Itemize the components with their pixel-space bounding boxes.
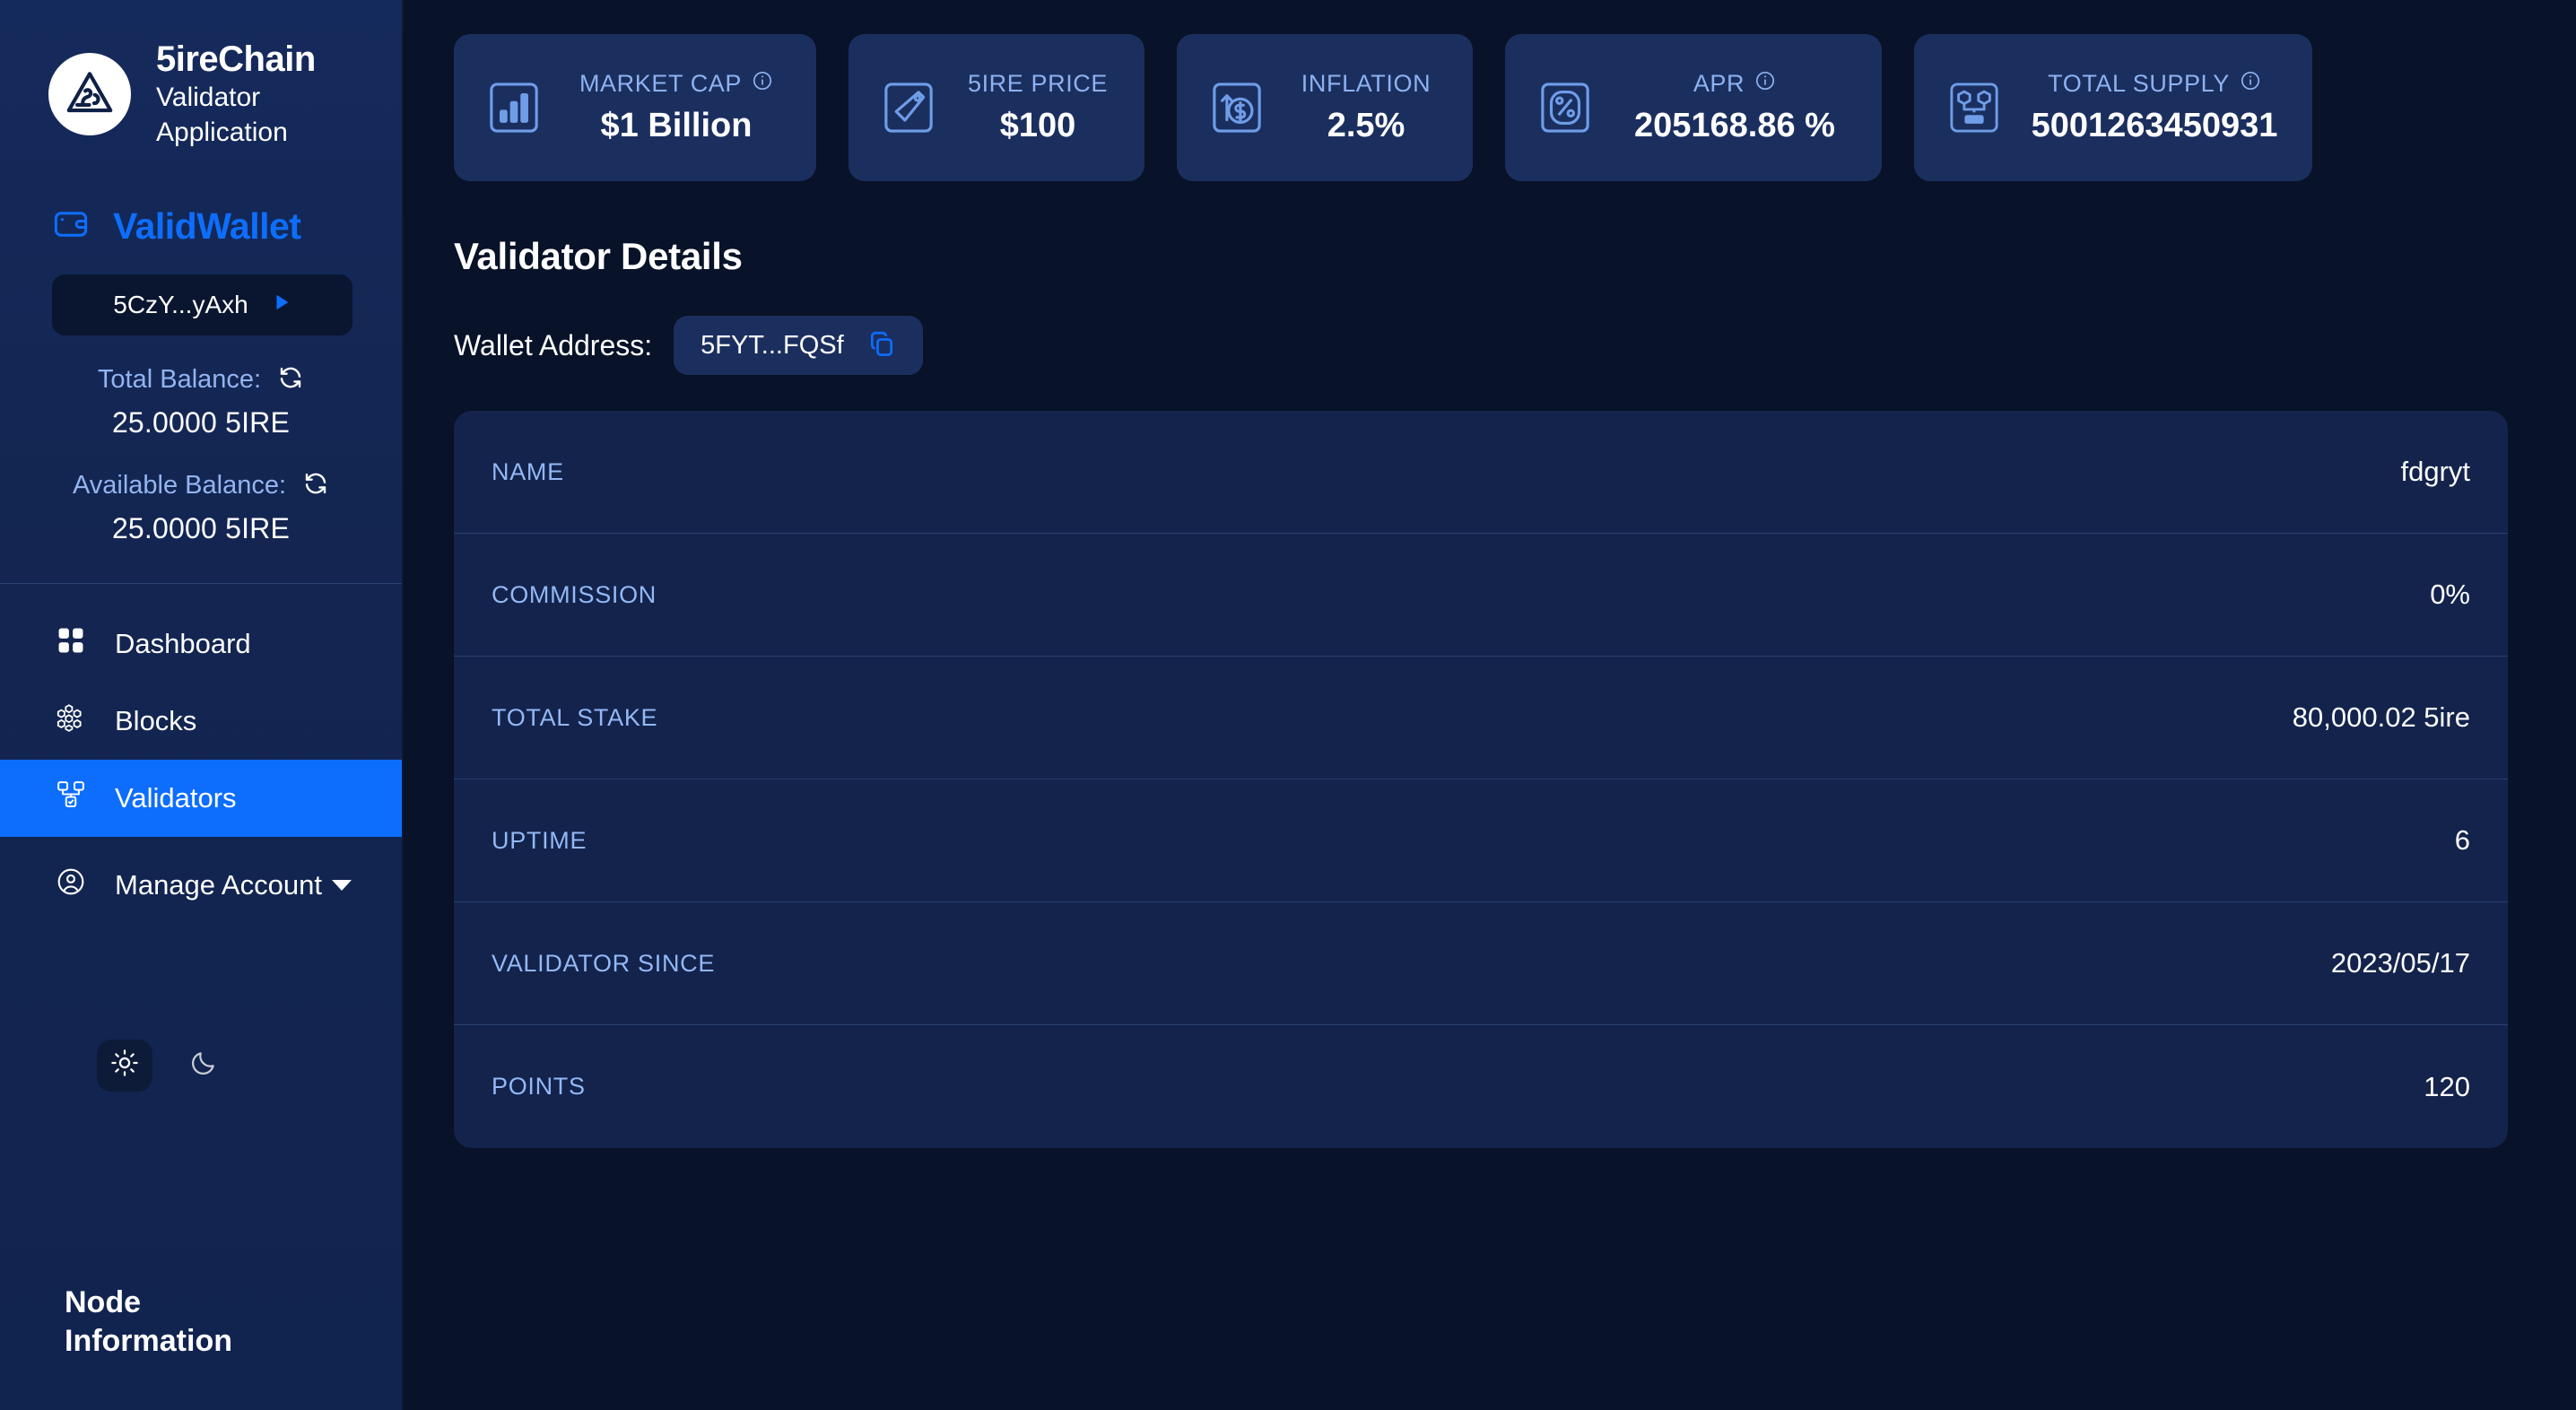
table-row: VALIDATOR SINCE 2023/05/17 <box>454 902 2508 1025</box>
available-balance-label: Available Balance: <box>72 470 287 500</box>
stat-value: $100 <box>999 107 1076 144</box>
price-tag-icon <box>879 74 938 142</box>
percent-icon <box>1536 74 1595 142</box>
table-row: POINTS 120 <box>454 1025 2508 1148</box>
sidebar-item-label: Manage Account <box>115 868 322 901</box>
main-content: MARKET CAP $1 Billion 5IRE PRICE $100 IN… <box>404 0 2576 1410</box>
stat-label: MARKET CAP <box>579 70 743 97</box>
inflation-arrow-dollar-icon <box>1207 74 1266 142</box>
wallet-header[interactable]: ValidWallet <box>0 150 402 248</box>
copy-icon[interactable] <box>867 329 896 362</box>
validator-details-table: NAME fdgryt COMMISSION 0% TOTAL STAKE 80… <box>454 411 2508 1148</box>
sidebar-item-label: Dashboard <box>115 627 251 659</box>
sun-icon <box>110 1049 139 1082</box>
detail-key: UPTIME <box>492 826 587 854</box>
stat-value: 2.5% <box>1327 107 1405 144</box>
wallet-name: ValidWallet <box>113 205 301 247</box>
balances: Total Balance: 25.0000 5IRE Available Ba… <box>0 335 402 545</box>
blocks-network-icon <box>56 702 86 740</box>
stat-card-inflation: INFLATION 2.5% <box>1177 34 1473 181</box>
stat-label: TOTAL SUPPLY <box>2048 70 2230 97</box>
stat-card-total-supply: TOTAL SUPPLY 5001263450931 <box>1914 34 2312 181</box>
stat-value: 5001263450931 <box>2031 107 2278 144</box>
refresh-icon[interactable] <box>277 364 304 396</box>
stat-card-market-cap: MARKET CAP $1 Billion <box>454 34 816 181</box>
validator-node-icon <box>56 779 86 817</box>
stat-card-5ire-price: 5IRE PRICE $100 <box>849 34 1144 181</box>
sidebar-item-validators[interactable]: Validators <box>0 759 402 837</box>
brand-subtitle: Validator Application <box>156 82 288 147</box>
sidebar-nav: Dashboard Blocks Validators Manage Accou… <box>0 584 402 934</box>
user-circle-icon <box>56 866 86 904</box>
detail-key: TOTAL STAKE <box>492 703 658 731</box>
table-row: COMMISSION 0% <box>454 534 2508 657</box>
theme-toggle <box>0 934 402 1092</box>
sidebar: 5ireChain Validator Application ValidWal… <box>0 0 404 1410</box>
play-triangle-icon[interactable] <box>272 292 292 318</box>
total-balance-row: Total Balance: <box>0 364 402 396</box>
sidebar-item-manage-account[interactable]: Manage Account <box>0 837 402 934</box>
detail-key: COMMISSION <box>492 580 657 608</box>
sidebar-item-label: Blocks <box>115 704 197 736</box>
wallet-address-short: 5CzY...yAxh <box>113 290 248 318</box>
detail-key: VALIDATOR SINCE <box>492 949 716 977</box>
5irechain-triangle-logo-icon <box>48 53 131 136</box>
info-icon[interactable] <box>2240 70 2261 98</box>
wallet-address-value: 5FYT...FQSf <box>701 330 844 360</box>
total-balance-label: Total Balance: <box>97 364 262 394</box>
sidebar-item-dashboard[interactable]: Dashboard <box>0 605 402 683</box>
brand-title: 5ireChain <box>156 39 316 79</box>
total-balance-value: 25.0000 5IRE <box>111 405 291 439</box>
page-title: Validator Details <box>454 235 743 277</box>
available-balance-row: Available Balance: <box>0 470 402 501</box>
theme-light-button[interactable] <box>97 1039 152 1092</box>
node-information-label: Node Information <box>65 1284 232 1359</box>
info-icon[interactable] <box>752 70 773 98</box>
wallet-address-row: Wallet Address: 5FYT...FQSf <box>454 316 2533 375</box>
stat-cards: MARKET CAP $1 Billion 5IRE PRICE $100 IN… <box>454 34 2533 181</box>
app-root: 5ireChain Validator Application ValidWal… <box>0 0 2576 1410</box>
brand: 5ireChain Validator Application <box>0 0 402 150</box>
refresh-icon[interactable] <box>302 470 329 501</box>
stat-value: $1 Billion <box>600 107 753 144</box>
sidebar-item-label: Validators <box>115 781 237 814</box>
available-balance-value: 25.0000 5IRE <box>111 511 291 544</box>
stat-label: APR <box>1693 70 1745 97</box>
stat-card-apr: APR 205168.86 % <box>1505 34 1882 181</box>
detail-value: 80,000.02 5ire <box>2292 701 2470 733</box>
grid-dashboard-icon <box>56 625 86 663</box>
info-icon[interactable] <box>1754 70 1776 98</box>
wallet-address-pill[interactable]: 5FYT...FQSf <box>674 316 923 375</box>
wallet-address-selector[interactable]: 5CzY...yAxh <box>52 274 352 335</box>
table-row: UPTIME 6 <box>454 779 2508 902</box>
sidebar-item-blocks[interactable]: Blocks <box>0 683 402 760</box>
detail-value: 6 <box>2454 824 2470 856</box>
detail-value: 2023/05/17 <box>2330 947 2470 979</box>
wallet-address-label: Wallet Address: <box>454 328 653 361</box>
wallet-icon <box>52 205 90 248</box>
detail-key: NAME <box>492 457 564 485</box>
chevron-down-icon[interactable] <box>332 879 352 891</box>
detail-key: POINTS <box>492 1073 586 1100</box>
stat-label: INFLATION <box>1301 70 1432 97</box>
bar-chart-icon <box>484 74 544 142</box>
moon-icon <box>189 1049 218 1082</box>
table-row: TOTAL STAKE 80,000.02 5ire <box>454 657 2508 779</box>
stat-label: 5IRE PRICE <box>967 70 1109 97</box>
detail-value: 0% <box>2430 579 2470 610</box>
detail-value: fdgryt <box>2400 456 2470 487</box>
theme-dark-button[interactable] <box>176 1040 231 1092</box>
stat-value: 205168.86 % <box>1634 107 1835 144</box>
detail-value: 120 <box>2424 1070 2470 1102</box>
table-row: NAME fdgryt <box>454 411 2508 534</box>
supply-cubes-icon <box>1945 74 2004 142</box>
